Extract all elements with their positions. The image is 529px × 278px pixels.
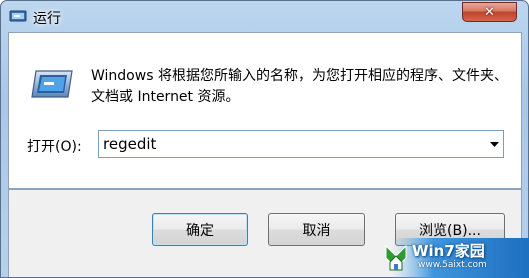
watermark-url: www.5aixt.com [418, 260, 487, 270]
open-combobox[interactable]: regedit [98, 130, 504, 158]
cancel-button[interactable]: 取消 [268, 213, 365, 246]
close-icon: ✕ [484, 4, 495, 20]
run-dialog-window: 运行 ✕ Windows 将根据您所输入的名称，为您打开相应的程序、文件夹、文档… [0, 0, 529, 278]
run-icon [9, 10, 27, 22]
run-dialog-icon [31, 70, 73, 98]
ok-button[interactable]: 确定 [152, 213, 248, 246]
chevron-down-icon[interactable] [485, 131, 503, 157]
watermark-brand: Win7家园 [412, 242, 485, 260]
title-bar[interactable]: 运行 ✕ [1, 1, 528, 33]
open-input[interactable]: regedit [103, 135, 156, 153]
close-button[interactable]: ✕ [462, 2, 517, 22]
dialog-body: Windows 将根据您所输入的名称，为您打开相应的程序、文件夹、文档或 Int… [8, 32, 522, 189]
open-label: 打开(O): [27, 139, 82, 155]
watermark: Win7家园 www.5aixt.com [382, 238, 529, 278]
window-title: 运行 [33, 11, 61, 27]
dialog-description: Windows 将根据您所输入的名称，为您打开相应的程序、文件夹、文档或 Int… [91, 68, 508, 105]
